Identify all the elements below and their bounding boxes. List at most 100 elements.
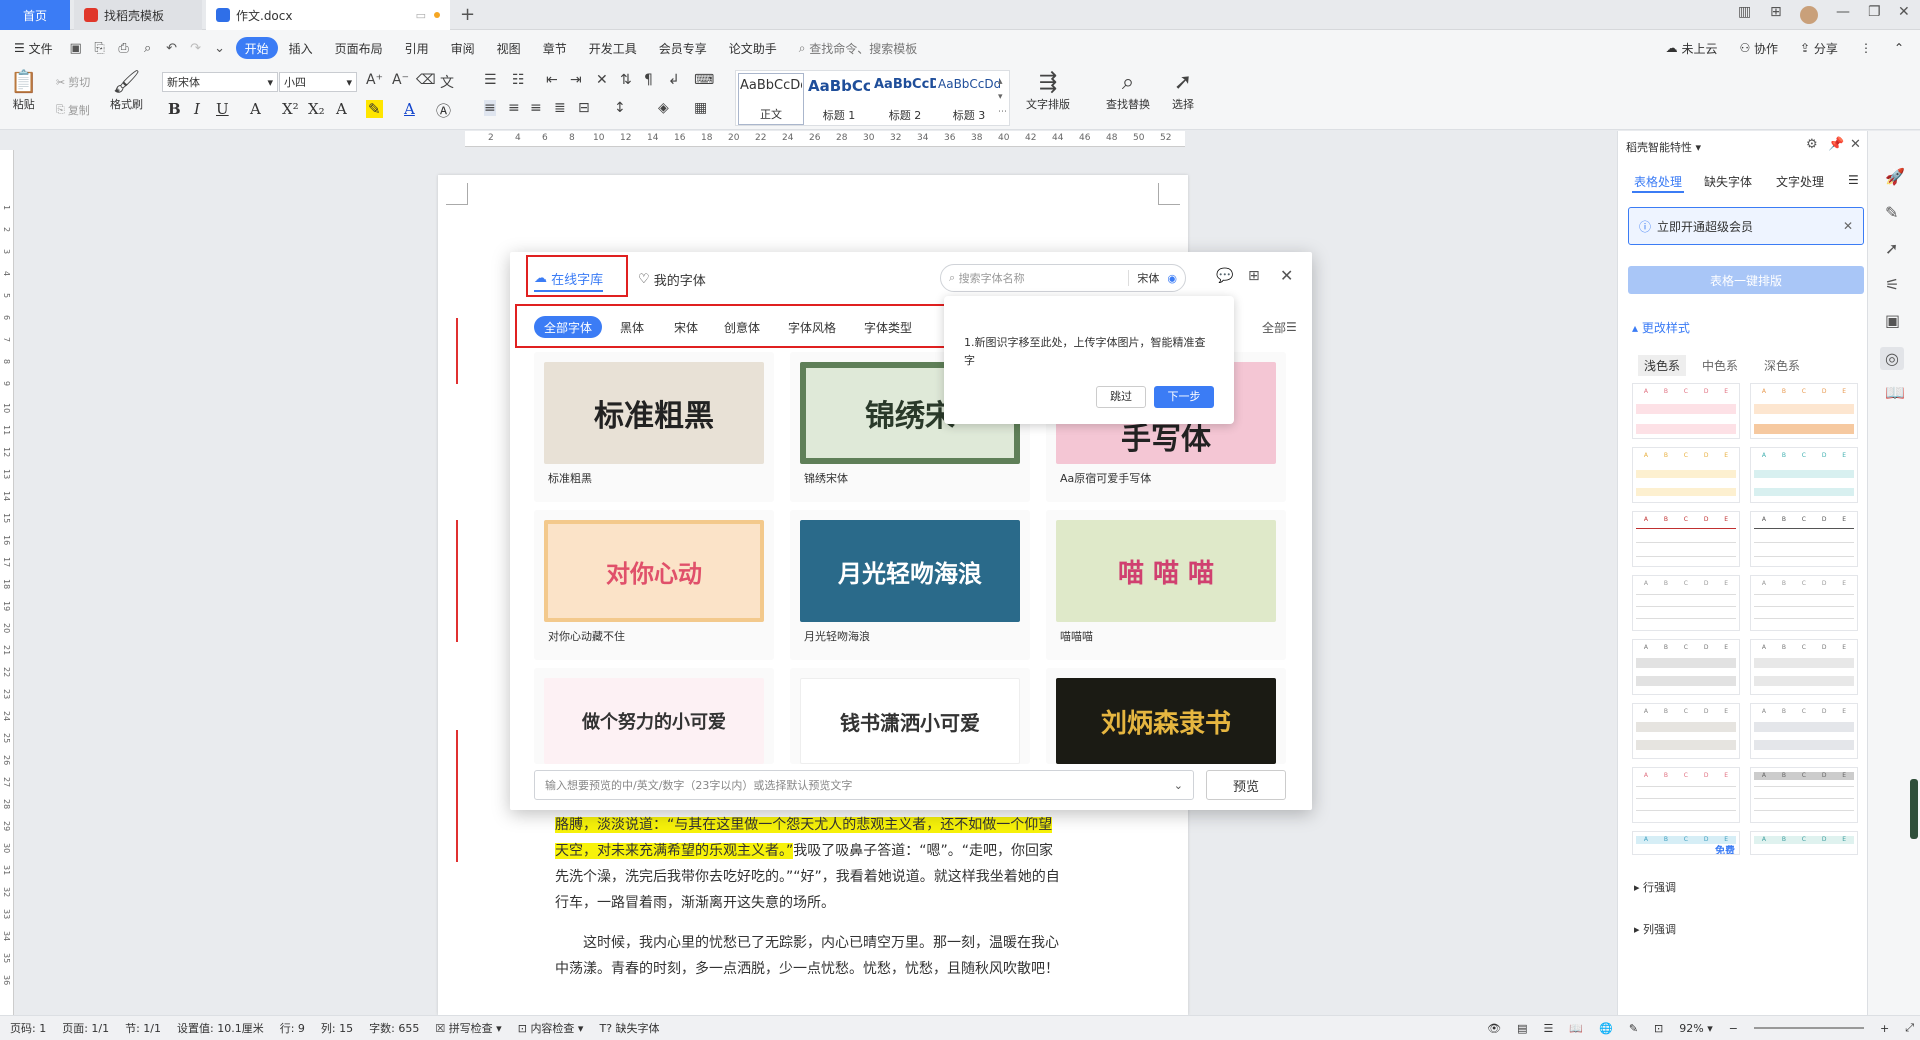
justify-icon[interactable]: ≣: [554, 100, 566, 116]
minimize-icon[interactable]: —: [1836, 4, 1850, 20]
table-style-thumb[interactable]: ABCDE: [1750, 575, 1858, 631]
horizontal-ruler[interactable]: 2 4 6 8 10 12 14 16 18 20 22 24 26 28 30…: [465, 131, 1185, 147]
table-style-thumb[interactable]: ABCDE: [1632, 767, 1740, 823]
highlight-icon[interactable]: ✎: [366, 100, 383, 118]
file-menu[interactable]: ☰ 文件: [0, 37, 64, 59]
text-layout-button[interactable]: ⇶ 文字排版: [1026, 70, 1070, 112]
word-count[interactable]: 字数: 655: [369, 1020, 419, 1036]
command-search[interactable]: ⌕ 查找命令、搜索模板: [788, 37, 929, 59]
line-spacing-icon[interactable]: ↕: [614, 100, 626, 116]
text-effect-icon[interactable]: A: [336, 100, 347, 118]
table-style-thumb[interactable]: ABCDE: [1750, 703, 1858, 759]
page-number[interactable]: 页码: 1: [10, 1020, 46, 1036]
menu-page-layout[interactable]: 页面布局: [324, 37, 394, 59]
menu-paper-assistant[interactable]: 论文助手: [718, 37, 788, 59]
underline-icon[interactable]: U: [216, 100, 229, 118]
shading-icon[interactable]: ◈: [658, 100, 669, 116]
collaborate-button[interactable]: ⚇ 协作: [1728, 37, 1789, 59]
smart-feature-icon[interactable]: ◎: [1880, 347, 1904, 370]
distribute-icon[interactable]: ⊟: [578, 100, 590, 116]
color-tab-medium[interactable]: 中色系: [1702, 357, 1738, 374]
save-icon[interactable]: ▣: [67, 39, 85, 57]
table-tools-icon[interactable]: ⌨: [694, 72, 714, 88]
table-style-thumb[interactable]: ABCDE: [1632, 575, 1740, 631]
category-style[interactable]: 字体风格: [788, 316, 836, 338]
style-heading-1[interactable]: AaBbCc 标题 1: [806, 73, 872, 125]
font-color-icon[interactable]: A: [404, 100, 415, 118]
font-card[interactable]: 标准粗黑 标准粗黑: [534, 352, 774, 502]
tab-home[interactable]: 首页: [0, 0, 70, 30]
category-hei[interactable]: 黑体: [620, 316, 644, 338]
col-emphasis-section[interactable]: ▸ 列强调: [1634, 921, 1676, 937]
table-style-thumb[interactable]: ABCDE: [1632, 447, 1740, 503]
zoom-slider[interactable]: [1753, 1027, 1864, 1029]
table-style-thumb[interactable]: ABCDE: [1632, 639, 1740, 695]
preview-button[interactable]: 预览: [1206, 770, 1286, 800]
copy-button[interactable]: ⎘ 复制: [56, 102, 90, 118]
new-tab-icon[interactable]: +: [460, 4, 475, 25]
zoom-in-icon[interactable]: +: [1880, 1022, 1889, 1035]
italic-icon[interactable]: I: [194, 100, 200, 118]
show-marks-icon[interactable]: ¶: [644, 72, 653, 88]
menu-developer[interactable]: 开发工具: [578, 37, 648, 59]
print-icon[interactable]: ⎙: [115, 39, 133, 57]
borders-icon[interactable]: ▦: [694, 100, 707, 116]
menu-view[interactable]: 视图: [486, 37, 532, 59]
camera-icon[interactable]: ◉: [1167, 272, 1177, 285]
chevron-down-icon[interactable]: ⌄: [1174, 779, 1183, 792]
skip-button[interactable]: 跳过: [1096, 386, 1146, 408]
menu-references[interactable]: 引用: [394, 37, 440, 59]
rocket-icon[interactable]: 🚀: [1885, 167, 1905, 186]
dialog-close-icon[interactable]: ✕: [1280, 266, 1293, 285]
page-view-icon[interactable]: ▤: [1517, 1022, 1527, 1035]
category-type[interactable]: 字体类型: [864, 316, 912, 338]
align-center-icon[interactable]: ≡: [508, 100, 520, 116]
bold-icon[interactable]: B: [168, 100, 181, 118]
grow-font-icon[interactable]: A⁺: [366, 72, 383, 88]
settings-icon[interactable]: ⚙: [1806, 137, 1818, 152]
align-right-icon[interactable]: ≡: [530, 100, 542, 116]
apps-grid-icon[interactable]: ⊞: [1770, 4, 1782, 20]
paragraph-1[interactable]: 胳膊，淡淡说道：“与其在这里做一个怨天尤人的悲观主义者，还不如做一个仰望天空，对…: [555, 812, 1065, 916]
outline-view-icon[interactable]: ☰: [1544, 1022, 1554, 1035]
redo-icon[interactable]: ↷: [187, 39, 205, 57]
cloud-status[interactable]: ☁ 未上云: [1655, 37, 1729, 59]
table-style-thumb[interactable]: ABCDE: [1632, 703, 1740, 759]
pin-icon[interactable]: 📌: [1828, 137, 1844, 152]
reading-view-icon[interactable]: 📖: [1569, 1022, 1583, 1035]
menu-review[interactable]: 审阅: [440, 37, 486, 59]
print-preview-icon[interactable]: ⌕: [139, 39, 157, 57]
color-tab-dark[interactable]: 深色系: [1764, 357, 1800, 374]
subscript-icon[interactable]: X₂: [308, 100, 325, 118]
strikethrough-icon[interactable]: A: [250, 100, 261, 118]
zoom-out-icon[interactable]: −: [1729, 1022, 1738, 1035]
menu-chapter[interactable]: 章节: [532, 37, 578, 59]
sort-icon[interactable]: ⇅: [620, 72, 632, 88]
position-setting[interactable]: 设置值: 10.1厘米: [177, 1020, 264, 1036]
missing-font-status[interactable]: T? 缺失字体: [599, 1020, 659, 1036]
chinese-layout-icon[interactable]: ✕: [596, 72, 608, 88]
collapse-ribbon-icon[interactable]: ⌃: [1883, 37, 1920, 59]
panel-tab-table[interactable]: 表格处理: [1634, 173, 1682, 190]
category-all[interactable]: 全部字体: [534, 316, 603, 338]
pen-icon[interactable]: ✎: [1885, 203, 1898, 222]
table-style-thumb[interactable]: ABCDE: [1750, 767, 1858, 823]
font-card[interactable]: 月光轻吻海浪 月光轻吻海浪: [790, 510, 1030, 660]
char-border-icon[interactable]: Ⓐ: [436, 100, 451, 121]
export-pdf-icon[interactable]: ⎘: [91, 39, 109, 57]
font-search-input[interactable]: ⌕ 搜索字体名称 宋体 ◉: [940, 264, 1186, 292]
tab-docer-templates[interactable]: 找稻壳模板: [74, 0, 202, 30]
change-style-section[interactable]: ▴ 更改样式: [1632, 319, 1690, 336]
paragraph-2[interactable]: 这时候，我内心里的忧愁已了无踪影，内心已晴空万里。那一刻，温暖在我心中荡漾。青春…: [555, 930, 1065, 982]
tab-document[interactable]: 作文.docx ▭: [206, 0, 450, 30]
font-card[interactable]: 钱书潇洒小可爱: [790, 668, 1030, 764]
notice-close-icon[interactable]: ✕: [1843, 219, 1853, 233]
increase-indent-icon[interactable]: ⇥: [570, 72, 582, 88]
panel-title[interactable]: 稻壳智能特性 ▾: [1626, 139, 1701, 155]
paste-button[interactable]: 📋 粘贴: [10, 70, 37, 112]
quick-access-dropdown-icon[interactable]: ⌄: [211, 39, 229, 57]
share-button[interactable]: ⇪ 分享: [1789, 37, 1849, 59]
select-button[interactable]: ➚ 选择: [1172, 70, 1194, 112]
one-click-format-button[interactable]: 表格一键排版: [1628, 266, 1864, 294]
vertical-ruler[interactable]: 1 2 3 4 5 6 7 8 9 10 11 12 13 14 15 16 1…: [0, 150, 14, 1020]
